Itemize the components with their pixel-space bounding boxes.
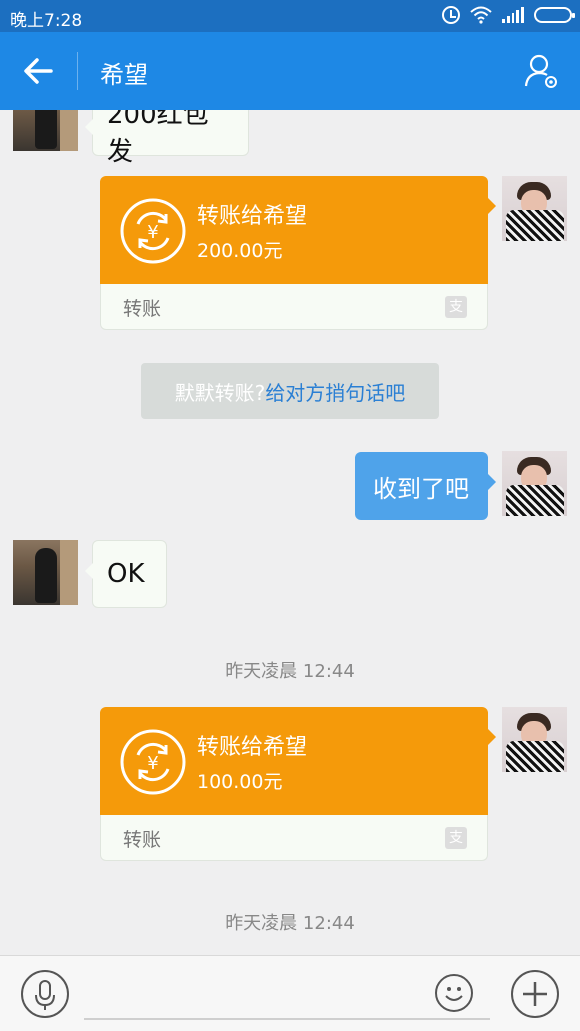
transfer-card-header: ¥ 转账给希望 200.00元 (100, 176, 496, 284)
transfer-yuan-icon: ¥ (120, 729, 186, 795)
alarm-icon (442, 6, 460, 24)
transfer-amount: 200.00元 (197, 240, 283, 262)
incoming-message[interactable]: 200红包 发 (85, 110, 249, 167)
transfer-title: 转账给希望 (197, 735, 308, 760)
transfer-card-footer: 转账 支 (100, 284, 488, 330)
transfer-title: 转账给希望 (197, 204, 308, 229)
transfer-card-header: ¥ 转账给希望 100.00元 (100, 707, 496, 815)
message-text: 200红包 发 (107, 110, 209, 167)
my-avatar[interactable] (502, 451, 567, 516)
microphone-icon (35, 980, 55, 1010)
message-text: OK (107, 559, 145, 589)
transfer-type: 转账 (123, 829, 162, 851)
header-divider (77, 52, 78, 90)
wifi-icon (470, 6, 492, 24)
voice-button[interactable] (21, 970, 69, 1018)
emoji-button[interactable] (435, 974, 473, 1012)
transfer-note-prompt: 默默转账? 给对方捎句话吧 (141, 363, 439, 419)
emoji-icon (445, 987, 463, 1001)
transfer-card[interactable]: ¥ 转账给希望 100.00元 转账 支 (100, 707, 496, 861)
battery-icon (534, 7, 575, 23)
arrow-left-icon (24, 58, 53, 84)
profile-settings-icon (524, 54, 557, 88)
svg-text:¥: ¥ (147, 753, 158, 774)
chat-area[interactable]: 200红包 发 ¥ 转账给希望 200.00元 转账 支 默默转账? 给对方捎句… (0, 110, 580, 955)
transfer-type: 转账 (123, 298, 162, 320)
add-button[interactable] (511, 970, 559, 1018)
my-avatar[interactable] (502, 707, 567, 772)
status-time: 晚上7:28 (10, 11, 83, 31)
contact-avatar[interactable] (13, 540, 78, 605)
signal-icon (502, 7, 524, 23)
alipay-icon: 支 (445, 827, 467, 849)
svg-text:¥: ¥ (147, 222, 158, 243)
status-bar: 晚上7:28 (0, 0, 580, 32)
contact-avatar[interactable] (13, 110, 78, 151)
input-bar (0, 955, 580, 1031)
status-icons (442, 6, 575, 24)
profile-settings-button[interactable] (522, 52, 562, 92)
message-input[interactable] (84, 1018, 490, 1020)
timestamp: 昨天凌晨 12:44 (225, 661, 355, 682)
back-button[interactable] (18, 52, 58, 90)
prompt-text: 默默转账? (174, 380, 266, 405)
plus-icon (523, 982, 547, 1006)
outgoing-message[interactable]: 收到了吧 (355, 452, 496, 520)
transfer-card-footer: 转账 支 (100, 815, 488, 861)
incoming-message[interactable]: OK (85, 540, 167, 608)
my-avatar[interactable] (502, 176, 567, 241)
timestamp: 昨天凌晨 12:44 (225, 913, 355, 934)
chat-header: 希望 (0, 32, 580, 110)
transfer-card[interactable]: ¥ 转账给希望 200.00元 转账 支 (100, 176, 496, 330)
add-note-link[interactable]: 给对方捎句话吧 (265, 377, 405, 406)
alipay-icon: 支 (445, 296, 467, 318)
chat-title: 希望 (100, 61, 148, 89)
message-text: 收到了吧 (373, 474, 469, 503)
transfer-yuan-icon: ¥ (120, 198, 186, 264)
transfer-amount: 100.00元 (197, 771, 283, 793)
